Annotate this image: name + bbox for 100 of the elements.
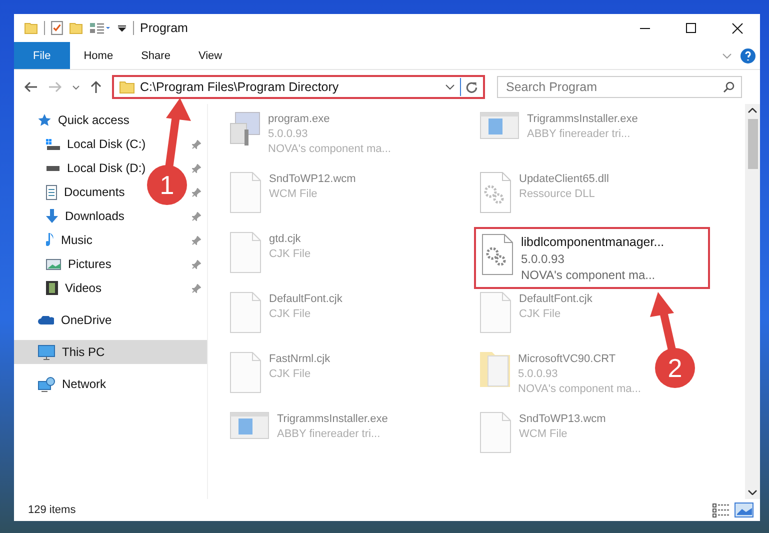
dropdown-icon[interactable]	[445, 84, 455, 90]
scrollbar[interactable]	[745, 104, 760, 499]
sidebar-item[interactable]: Quick access	[14, 108, 130, 132]
file-detail: NOVA's component ma...	[268, 142, 391, 157]
file-item[interactable]: TrigrammsInstaller.exe ABBY finereader tri...	[224, 408, 394, 468]
film-icon	[46, 281, 58, 295]
file-item[interactable]: libdlcomponentmanager... 5.0.0.93 NOVA's component ma...	[474, 227, 710, 289]
file-name: TrigrammsInstaller.exe	[527, 112, 638, 127]
pin-icon[interactable]	[192, 260, 201, 268]
file-detail: CJK File	[519, 307, 562, 322]
sidebar-label: Documents	[64, 185, 125, 199]
file-name: DefaultFont.cjk	[269, 292, 342, 307]
download-icon	[46, 209, 58, 223]
sidebar-item[interactable]: Videos	[14, 276, 102, 300]
file-item[interactable]: SndToWP12.wcm WCM File	[224, 168, 362, 228]
pin-icon[interactable]	[192, 164, 201, 172]
file-detail: 5.0.0.93	[268, 127, 309, 142]
file-detail: CJK File	[269, 307, 312, 322]
file-name: FastNrml.cjk	[269, 352, 330, 367]
file-item[interactable]: program.exe 5.0.0.93 NOVA's component ma...	[224, 108, 397, 168]
search-icon[interactable]	[723, 81, 735, 93]
file-item[interactable]: FastNrml.cjk CJK File	[224, 348, 336, 408]
file-name: DefaultFont.cjk	[519, 292, 592, 307]
sidebar-label: Downloads	[65, 209, 124, 223]
file-name: MicrosoftVC90.CRT	[518, 352, 617, 367]
search-field[interactable]: Search Program	[497, 76, 742, 98]
file-name: UpdateClient65.dll	[519, 172, 609, 187]
close-icon	[732, 22, 742, 34]
sidebar-item[interactable]: This PC	[14, 340, 207, 364]
file-detail: 5.0.0.93	[521, 251, 566, 267]
file-name: gtd.cjk	[269, 232, 302, 247]
music-note-icon	[46, 232, 54, 248]
file-item[interactable]: MicrosoftVC90.CRT 5.0.0.93 NOVA's component ma...	[474, 348, 647, 408]
folder-icon	[119, 80, 135, 94]
ribbon-tab[interactable]: View	[184, 42, 236, 69]
tiles-view-icon[interactable]	[734, 502, 754, 518]
details-view-icon[interactable]	[712, 502, 730, 518]
file-item[interactable]: UpdateClient65.dll Ressource DLL	[474, 168, 615, 228]
sidebar-item[interactable]: Documents	[14, 180, 125, 204]
recent-dropdown-icon[interactable]	[72, 84, 80, 90]
pin-icon[interactable]	[192, 212, 201, 220]
sidebar-label: Videos	[65, 281, 102, 295]
ribbon-tab[interactable]: File	[14, 42, 70, 69]
file-item[interactable]: TrigrammsInstaller.exe ABBY finereader tri...	[474, 108, 644, 168]
file-name: program.exe	[268, 112, 331, 127]
window-title: Program	[140, 21, 188, 35]
file-icon	[230, 352, 261, 393]
scroll-up-icon[interactable]	[748, 108, 757, 113]
ribbon-tab[interactable]: Home	[70, 42, 128, 69]
scroll-down-icon[interactable]	[748, 490, 757, 495]
monitor-icon	[38, 344, 55, 360]
installer-icon	[480, 112, 519, 139]
customize-icon[interactable]	[117, 24, 127, 32]
file-icon	[480, 292, 511, 333]
file-icon	[230, 172, 261, 213]
file-item[interactable]: SndToWP13.wcm WCM File	[474, 408, 612, 468]
document-icon	[46, 184, 57, 200]
help-icon[interactable]	[740, 48, 756, 64]
gear-file-icon	[482, 234, 513, 275]
drive-icon	[46, 138, 60, 150]
pin-icon[interactable]	[192, 188, 201, 196]
refresh-icon[interactable]	[466, 81, 478, 93]
sidebar-label: Quick access	[58, 113, 130, 127]
item-count: 129 items	[28, 504, 76, 516]
sidebar-label: Local Disk (C:)	[67, 137, 146, 151]
sidebar-label: Local Disk (D:)	[67, 161, 146, 175]
sidebar-label: Pictures	[68, 257, 112, 271]
file-detail: WCM File	[269, 187, 318, 202]
file-item[interactable]: gtd.cjk CJK File	[224, 228, 317, 288]
sidebar-item[interactable]: Downloads	[14, 204, 124, 228]
pin-icon[interactable]	[192, 284, 201, 292]
file-item[interactable]: DefaultFont.cjk CJK File	[224, 288, 348, 348]
file-name: SndToWP13.wcm	[519, 412, 606, 427]
network-icon	[38, 376, 55, 392]
sidebar-item[interactable]: Local Disk (C:)	[14, 132, 146, 156]
expand-ribbon-icon[interactable]	[722, 52, 732, 58]
address-path: C:\Program Files\Program Directory	[140, 80, 340, 94]
sidebar-item[interactable]: OneDrive	[14, 308, 112, 332]
file-detail: NOVA's component ma...	[518, 382, 641, 397]
sidebar-item[interactable]: Network	[14, 372, 106, 396]
file-item[interactable]: DefaultFont.cjk CJK File	[474, 288, 598, 348]
installer-icon	[230, 412, 269, 439]
up-icon[interactable]	[90, 80, 102, 94]
scroll-thumb[interactable]	[748, 119, 758, 169]
drive-icon	[46, 166, 60, 170]
pin-icon[interactable]	[192, 140, 201, 148]
gear-file-icon	[480, 172, 511, 213]
address-field[interactable]: C:\Program Files\Program Directory	[112, 75, 485, 99]
file-icon	[230, 292, 261, 333]
file-detail: WCM File	[519, 427, 568, 442]
sidebar-item[interactable]: Music	[14, 228, 92, 252]
application-icon	[230, 112, 260, 146]
properties-icon[interactable]	[51, 21, 63, 35]
ribbon-tab[interactable]: Share	[127, 42, 184, 69]
file-name: libdlcomponentmanager...	[521, 234, 664, 251]
pin-icon[interactable]	[192, 236, 201, 244]
back-icon[interactable]	[24, 81, 38, 93]
sidebar-item[interactable]: Pictures	[14, 252, 112, 276]
view-icon[interactable]	[89, 22, 111, 34]
sidebar-item[interactable]: Local Disk (D:)	[14, 156, 146, 180]
